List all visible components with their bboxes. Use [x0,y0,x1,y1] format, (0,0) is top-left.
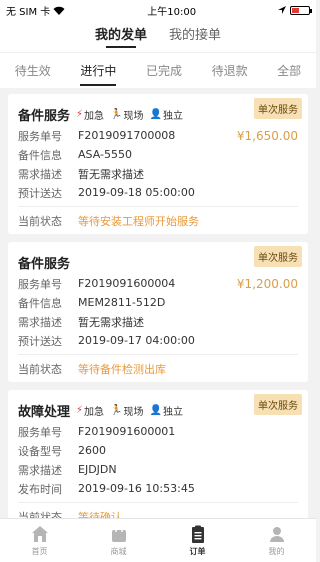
field-label: 需求描述 [18,463,62,477]
running-person-icon: 🏃 [110,108,123,120]
order-card[interactable]: 单次服务 故障处理 ⚡ 加急 🏃 现场 👤 独立 服务单号 F2019091600001… [8,390,308,518]
order-price: ¥1,650.00 [236,128,298,143]
field-value: 2019-09-17 04:00:00 [78,334,195,347]
onsite-badge: 🏃 现场 [110,108,144,122]
status-value: 等待确认 [78,510,122,519]
tab-refund-pending[interactable]: 待退款 [212,53,248,89]
service-type-tag: 单次服务 [254,98,302,119]
running-person-icon: 🏃 [110,404,123,416]
person-icon: 👤 [149,108,162,120]
battery-icon [290,5,312,15]
clock: 上午10:00 [147,6,197,18]
field-value: EJDJDN [78,463,117,476]
field-value: 暂无需求描述 [78,167,144,181]
field-label: 服务单号 [18,425,62,439]
field-label: 服务单号 [18,129,62,143]
person-icon: 👤 [149,404,162,416]
field-label: 设备型号 [18,444,62,458]
order-number: F2019091700008 [78,129,176,142]
field-label: 服务单号 [18,277,62,291]
tab-my-accepted[interactable]: 我的接单 [169,24,221,48]
status-label: 当前状态 [18,510,62,519]
field-label: 需求描述 [18,167,62,181]
status-bar: 无 SIM 卡 上午10:00 [0,0,316,20]
service-type-tag: 单次服务 [254,246,302,267]
service-type-tag: 单次服务 [254,394,302,415]
tab-in-progress[interactable]: 进行中 [80,53,116,89]
tabbar-orders[interactable]: 订单 [168,524,228,557]
order-title: 故障处理 [18,404,71,420]
independent-badge: 👤 独立 [149,108,183,122]
field-label: 备件信息 [18,148,62,162]
bottom-tab-bar: 首页 商城 订单 我的 [0,518,316,562]
onsite-badge: 🏃 现场 [110,404,144,418]
clipboard-icon [191,525,204,543]
order-title: 备件服务 [18,256,71,272]
order-price: ¥1,200.00 [236,276,298,291]
tab-my-dispatched[interactable]: 我的发单 [95,24,147,48]
field-value: ASA-5550 [78,148,132,161]
field-value: 2600 [78,444,106,457]
field-label: 发布时间 [18,482,62,496]
top-tab-bar: 我的发单 我的接单 [0,20,316,52]
lightning-icon: ⚡ [76,404,84,416]
tab-pending[interactable]: 待生效 [15,53,51,89]
status-label: 当前状态 [18,214,62,228]
field-value: MEM2811-512D [78,296,166,309]
tabbar-home[interactable]: 首页 [10,524,70,557]
field-label: 需求描述 [18,315,62,329]
home-icon [31,526,48,542]
status-filter-tabs: 待生效 进行中 已完成 待退款 全部 [0,52,316,88]
order-list: 单次服务 备件服务 ⚡ 加急 🏃 现场 👤 独立 服务单号 F2019091700008… [8,94,308,518]
order-title: 备件服务 [18,108,71,124]
tab-completed[interactable]: 已完成 [146,53,182,89]
field-value: 2019-09-18 05:00:00 [78,186,195,199]
independent-badge: 👤 独立 [149,404,183,418]
status-label: 当前状态 [18,362,62,376]
order-number: F2019091600001 [78,425,176,438]
wifi-icon [53,6,65,15]
status-value: 等待安装工程师开始服务 [78,214,199,228]
status-value: 等待备件检测出库 [78,362,166,376]
urgent-badge: ⚡ 加急 [76,108,105,122]
field-label: 备件信息 [18,296,62,310]
carrier-label: 无 SIM 卡 [6,6,51,18]
location-icon [278,6,286,14]
order-card[interactable]: 单次服务 备件服务 ⚡ 加急 🏃 现场 👤 独立 服务单号 F2019091700008… [8,94,308,234]
field-value: 2019-09-16 10:53:45 [78,482,195,495]
field-label: 预计送达 [18,334,62,348]
field-value: 暂无需求描述 [78,315,144,329]
urgent-badge: ⚡ 加急 [76,404,105,418]
lightning-icon: ⚡ [76,108,84,120]
person-icon [269,527,284,542]
tab-all[interactable]: 全部 [277,53,301,89]
tabbar-mall[interactable]: 商城 [89,524,149,557]
order-number: F2019091600004 [78,277,176,290]
tabbar-profile[interactable]: 我的 [247,524,307,557]
bag-icon [111,525,126,542]
order-card[interactable]: 单次服务 备件服务 服务单号 F2019091600004 ¥1,200.00 备件… [8,242,308,382]
field-label: 预计送达 [18,186,62,200]
